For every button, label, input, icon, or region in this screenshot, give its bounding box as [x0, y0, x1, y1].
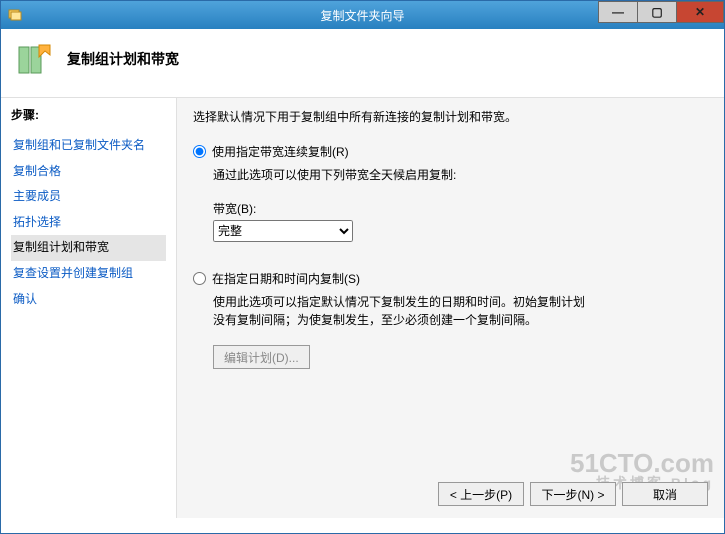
app-icon — [1, 7, 29, 23]
edit-schedule-button[interactable]: 编辑计划(D)... — [213, 345, 310, 369]
minimize-button[interactable]: — — [598, 1, 638, 23]
scheduled-replication-help: 使用此选项可以指定默认情况下复制发生的日期和时间。初始复制计划没有复制间隔；为使… — [213, 293, 593, 329]
main-content: 选择默认情况下用于复制组中所有新连接的复制计划和带宽。 使用指定带宽连续复制(R… — [176, 98, 724, 518]
next-button[interactable]: 下一步(N) > — [530, 482, 616, 506]
steps-heading: 步骤: — [11, 106, 166, 123]
step-group-name[interactable]: 复制组和已复制文件夹名 — [11, 133, 166, 159]
scheduled-replication-label: 在指定日期和时间内复制(S) — [212, 270, 360, 287]
step-schedule-bandwidth[interactable]: 复制组计划和带宽 — [11, 235, 166, 261]
page-title: 复制组计划和带宽 — [67, 49, 179, 69]
continuous-replication-radio[interactable] — [193, 145, 206, 158]
page-description: 选择默认情况下用于复制组中所有新连接的复制计划和带宽。 — [193, 108, 708, 125]
bandwidth-select[interactable]: 完整 — [213, 220, 353, 242]
continuous-replication-help: 通过此选项可以使用下列带宽全天候启用复制: — [213, 166, 708, 184]
maximize-button[interactable]: ▢ — [637, 1, 677, 23]
cancel-button[interactable]: 取消 — [622, 482, 708, 506]
wizard-icon — [15, 39, 55, 79]
continuous-replication-label: 使用指定带宽连续复制(R) — [212, 143, 349, 160]
step-topology[interactable]: 拓扑选择 — [11, 210, 166, 236]
bandwidth-label: 带宽(B): — [213, 200, 708, 217]
wizard-header: 复制组计划和带宽 — [1, 29, 724, 98]
previous-button[interactable]: < 上一步(P) — [438, 482, 524, 506]
window-title: 复制文件夹向导 — [320, 7, 404, 24]
step-primary-member[interactable]: 主要成员 — [11, 184, 166, 210]
scheduled-replication-radio[interactable] — [193, 272, 206, 285]
step-review[interactable]: 复查设置并创建复制组 — [11, 261, 166, 287]
steps-sidebar: 步骤: 复制组和已复制文件夹名 复制合格 主要成员 拓扑选择 复制组计划和带宽 … — [1, 98, 176, 518]
title-bar: 复制文件夹向导 — ▢ ✕ — [1, 1, 724, 29]
step-eligibility[interactable]: 复制合格 — [11, 159, 166, 185]
step-confirm[interactable]: 确认 — [11, 287, 166, 313]
close-button[interactable]: ✕ — [676, 1, 724, 23]
